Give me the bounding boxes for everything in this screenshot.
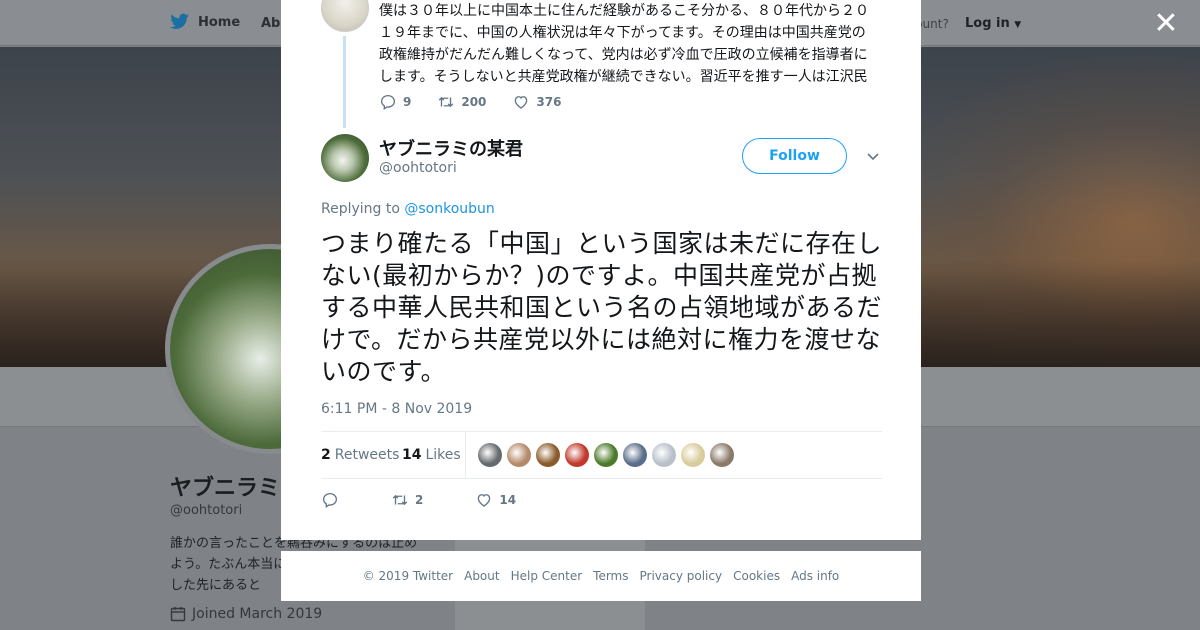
profile-handle: @oohtotori	[170, 503, 243, 518]
close-icon[interactable]: ✕	[1152, 9, 1180, 39]
retweets-label: Retweets	[334, 447, 400, 463]
footer-ads-info[interactable]: Ads info	[791, 569, 839, 583]
heart-icon	[478, 494, 491, 507]
nav-home-label: Home	[198, 14, 241, 30]
profile-joined: Joined March 2019	[170, 606, 322, 622]
retweet-action-count: 2	[415, 493, 424, 507]
tweet-author-name[interactable]: ヤブニラミの某君	[379, 135, 523, 161]
tweet-modal: 僕は３０年以上に中国本土に住んだ経験があるこそ分かる、８０年代から２０１９年まで…	[281, 0, 921, 540]
parent-retweet-button[interactable]: 200	[437, 93, 486, 111]
follow-button[interactable]: Follow	[742, 138, 847, 174]
liker-avatar[interactable]	[478, 443, 502, 467]
parent-reply-button[interactable]: 9	[379, 93, 411, 111]
reply-button[interactable]	[321, 491, 339, 509]
parent-tweet-actions: 9 200 376	[379, 93, 587, 111]
footer-copyright: © 2019 Twitter	[362, 569, 454, 583]
retweet-button[interactable]: 2	[391, 491, 423, 509]
reply-icon	[322, 492, 338, 509]
chevron-down-icon[interactable]	[865, 148, 881, 164]
tweet-text: つまり確たる「中国」という国家は未だに存在しない(最初からか？)のですよ。中国共…	[321, 229, 883, 386]
parent-like-button[interactable]: 376	[512, 93, 561, 111]
heart-icon	[515, 96, 528, 109]
tweet-timestamp[interactable]: 6:11 PM - 8 Nov 2019	[321, 401, 472, 417]
thread-connector	[343, 36, 346, 128]
liker-avatar[interactable]	[507, 443, 531, 467]
likes-count: 14	[402, 447, 422, 463]
footer-help-center[interactable]: Help Center	[511, 569, 583, 583]
parent-like-count: 376	[536, 95, 562, 109]
parent-tweet-avatar[interactable]	[321, 0, 369, 32]
login-link[interactable]: Log in ▼	[965, 16, 1021, 31]
profile-name: ヤブニラミ	[170, 476, 281, 501]
likes-stat[interactable]: 14 Likes	[402, 447, 461, 463]
retweet-icon	[439, 96, 454, 108]
replying-to-link[interactable]: @sonkoubun	[404, 201, 494, 217]
liker-avatar[interactable]	[594, 443, 618, 467]
parent-retweet-count: 200	[461, 95, 487, 109]
retweets-count: 2	[321, 447, 331, 463]
footer-privacy-policy[interactable]: Privacy policy	[640, 569, 723, 583]
twitter-bird-icon	[170, 13, 190, 29]
tweet-author-handle[interactable]: @oohtotori	[379, 160, 457, 176]
replying-to-prefix: Replying to	[321, 201, 400, 217]
liker-avatar[interactable]	[536, 443, 560, 467]
retweet-icon	[392, 494, 408, 506]
nav-home[interactable]: Home	[170, 13, 240, 31]
like-button[interactable]: 14	[475, 491, 516, 509]
liker-avatars	[478, 443, 734, 467]
likes-label: Likes	[425, 447, 461, 463]
footer-cookies[interactable]: Cookies	[733, 569, 780, 583]
replying-to: Replying to @sonkoubun	[321, 201, 495, 217]
liker-avatar[interactable]	[681, 443, 705, 467]
footer-terms[interactable]: Terms	[593, 569, 628, 583]
liker-avatar[interactable]	[652, 443, 676, 467]
tweet-actions: 2 14	[321, 491, 568, 509]
retweets-stat[interactable]: 2 Retweets	[321, 447, 399, 463]
footer-about[interactable]: About	[464, 569, 499, 583]
tweet-author-avatar[interactable]	[321, 134, 369, 182]
caret-down-icon: ▼	[1014, 20, 1022, 30]
tweet-stats: 2 Retweets 14 Likes	[321, 431, 882, 479]
parent-tweet-text: 僕は３０年以上に中国本土に住んだ経験があるこそ分かる、８０年代から２０１９年まで…	[379, 3, 869, 85]
parent-reply-count: 9	[403, 95, 412, 109]
login-label: Log in	[965, 16, 1010, 31]
reply-icon	[380, 94, 396, 111]
liker-avatar[interactable]	[623, 443, 647, 467]
calendar-icon	[170, 607, 186, 622]
liker-avatar[interactable]	[565, 443, 589, 467]
profile-joined-label: Joined March 2019	[192, 606, 323, 622]
liker-avatar[interactable]	[710, 443, 734, 467]
footer: © 2019 Twitter About Help Center Terms P…	[281, 551, 921, 601]
like-action-count: 14	[499, 493, 517, 507]
stats-divider	[465, 432, 466, 478]
